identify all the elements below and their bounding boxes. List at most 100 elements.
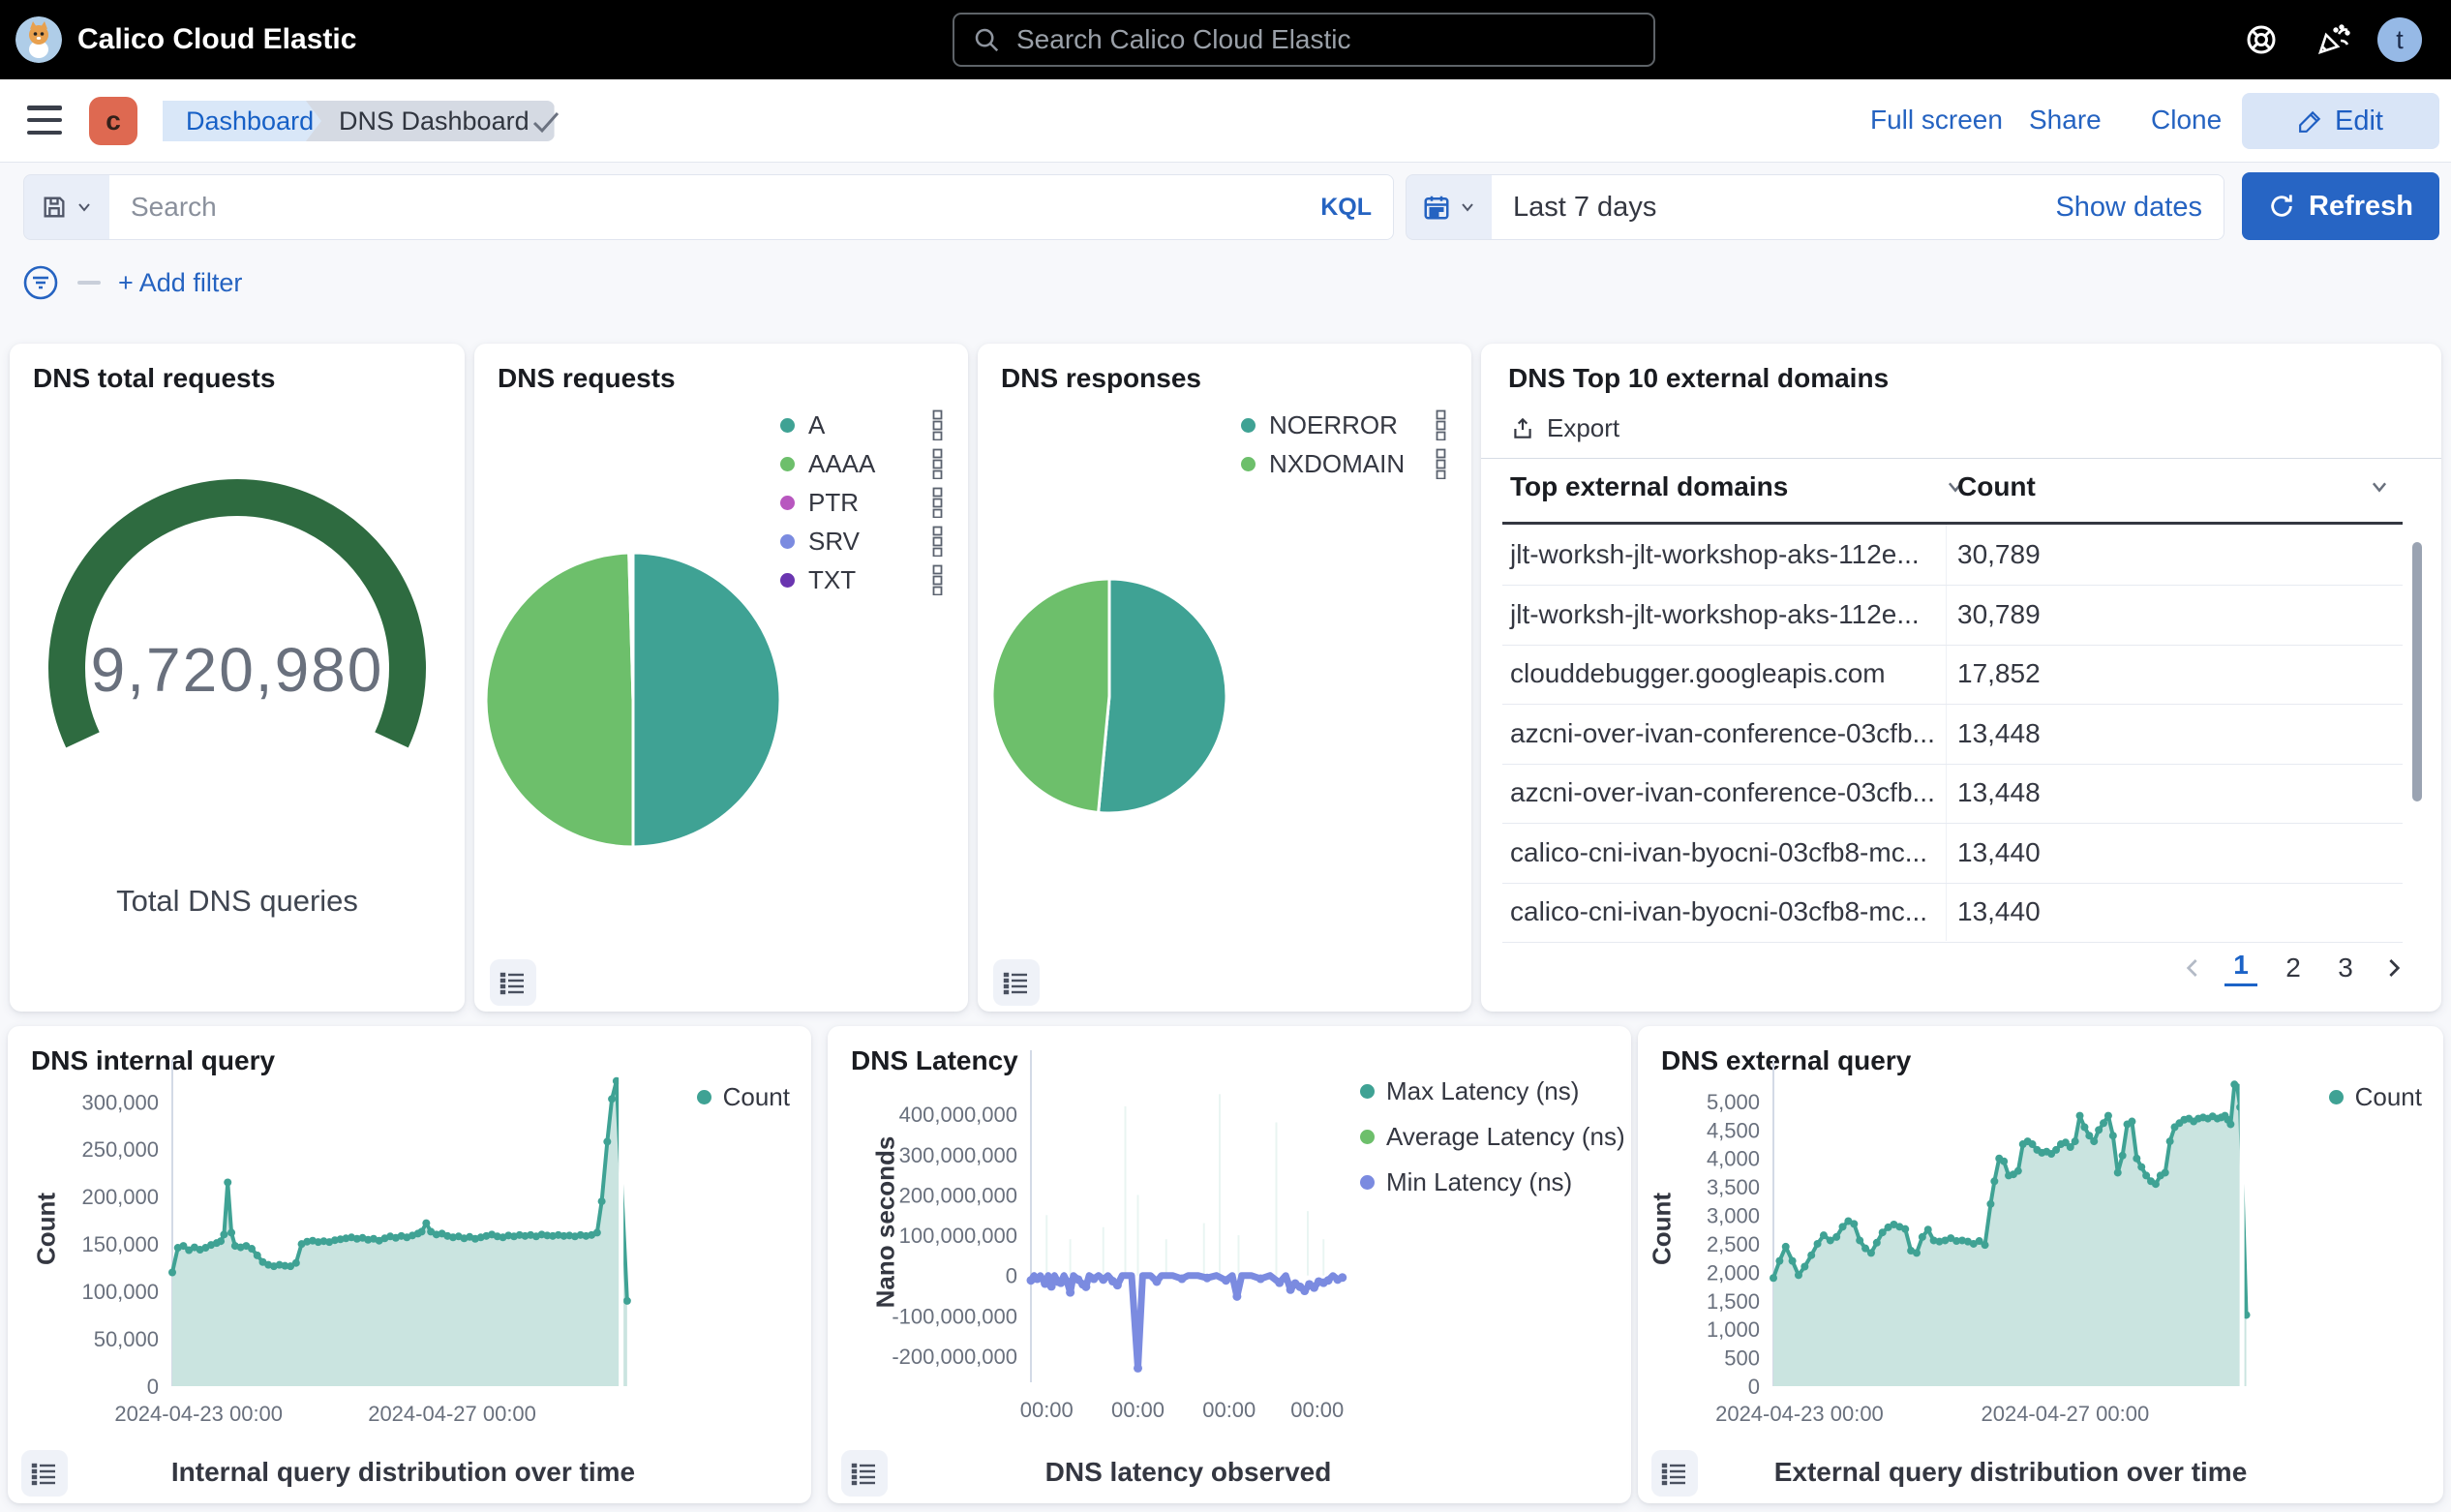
legend: NOERROR NXDOMAIN	[1241, 406, 1446, 483]
legend-actions-icon[interactable]	[932, 409, 943, 440]
legend-toggle-button[interactable]	[841, 1450, 888, 1497]
global-search-input[interactable]: Search Calico Cloud Elastic	[953, 13, 1655, 67]
space-badge[interactable]: c	[89, 97, 137, 145]
legend-toggle-button[interactable]	[993, 959, 1040, 1006]
export-button[interactable]: Export	[1510, 413, 1619, 443]
calico-logo-icon[interactable]	[15, 16, 62, 63]
table-row[interactable]: azcni-over-ivan-conference-03cfb... 13,4…	[1481, 764, 2403, 823]
page-3[interactable]: 3	[2329, 953, 2362, 983]
legend-item-Count[interactable]: Count	[697, 1082, 790, 1112]
edit-button-label: Edit	[2335, 106, 2383, 137]
pie-slice-NXDOMAIN[interactable]	[992, 579, 1109, 812]
panel-title: DNS Top 10 external domains	[1508, 363, 1889, 394]
column-header-domains[interactable]: Top external domains	[1510, 471, 1966, 502]
legend-item-SRV[interactable]: SRV	[780, 522, 943, 560]
legend-label: A	[808, 410, 932, 440]
legend-item-Min Latency (ns)[interactable]: Min Latency (ns)	[1360, 1167, 1625, 1197]
dns-requests-pie-chart[interactable]	[474, 543, 803, 853]
column-header-count[interactable]: Count	[1957, 471, 2390, 502]
page-2[interactable]: 2	[2277, 953, 2310, 983]
legend-item-AAAA[interactable]: AAAA	[780, 444, 943, 483]
time-range-value[interactable]: Last 7 days	[1513, 192, 2055, 224]
legend-toggle-button[interactable]	[1651, 1450, 1698, 1497]
legend-actions-icon[interactable]	[1436, 448, 1446, 479]
svg-text:150,000: 150,000	[81, 1232, 159, 1256]
add-filter-button[interactable]: + Add filter	[118, 268, 242, 298]
svg-text:300,000,000: 300,000,000	[899, 1143, 1017, 1167]
edit-button[interactable]: Edit	[2242, 93, 2439, 149]
page-1[interactable]: 1	[2224, 950, 2257, 986]
legend-toggle-button[interactable]	[490, 959, 536, 1006]
legend-actions-icon[interactable]	[932, 564, 943, 595]
table-row[interactable]: jlt-worksh-jlt-workshop-aks-112e... 30,7…	[1481, 526, 2403, 585]
svg-text:2024-04-27 00:00: 2024-04-27 00:00	[368, 1402, 536, 1426]
svg-text:4,500: 4,500	[1707, 1118, 1760, 1142]
dns-internal-query-chart[interactable]: 300,000250,000200,000150,000100,00050,00…	[8, 1026, 811, 1503]
svg-text:00:00: 00:00	[1290, 1398, 1344, 1422]
row-divider	[1502, 942, 2403, 943]
legend-item-NOERROR[interactable]: NOERROR	[1241, 406, 1446, 444]
table-row[interactable]: calico-cni-ivan-byocni-03cfb8-mc... 13,4…	[1481, 824, 2403, 883]
saved-query-menu-button[interactable]	[24, 175, 109, 239]
date-quick-menu-button[interactable]	[1407, 175, 1492, 239]
full-screen-link[interactable]: Full screen	[1870, 105, 2003, 136]
cell-domain: clouddebugger.googleapis.com	[1510, 658, 1886, 689]
legend-actions-icon[interactable]	[932, 526, 943, 557]
next-page-chevron-icon[interactable]	[2381, 956, 2405, 980]
prev-page-chevron-icon[interactable]	[2182, 956, 2205, 980]
pie-slice-TXT[interactable]	[632, 553, 633, 700]
chart-legend: Count	[697, 1082, 790, 1112]
show-dates-link[interactable]: Show dates	[2055, 192, 2202, 224]
legend-actions-icon[interactable]	[932, 487, 943, 518]
app-title: Calico Cloud Elastic	[77, 23, 356, 56]
svg-text:4,000: 4,000	[1707, 1147, 1760, 1171]
pie-slice-A[interactable]	[633, 553, 780, 847]
svg-text:100,000: 100,000	[81, 1280, 159, 1304]
legend-item-NXDOMAIN[interactable]: NXDOMAIN	[1241, 444, 1446, 483]
legend-actions-icon[interactable]	[932, 448, 943, 479]
table-scrollbar[interactable]	[2412, 542, 2422, 801]
table-row[interactable]: calico-cni-ivan-byocni-03cfb8-mc... 13,4…	[1481, 883, 2403, 942]
calendar-icon	[1422, 193, 1451, 222]
filter-funnel-icon[interactable]	[21, 263, 60, 302]
legend-actions-icon[interactable]	[1436, 409, 1446, 440]
refresh-button[interactable]: Refresh	[2242, 172, 2439, 240]
pie-slice-NOERROR[interactable]	[1099, 579, 1226, 813]
table-row[interactable]: azcni-over-ivan-conference-03cfb... 13,4…	[1481, 705, 2403, 764]
pie-slice-AAAA[interactable]	[486, 553, 633, 847]
legend-item-PTR[interactable]: PTR	[780, 483, 943, 522]
saved-check-icon[interactable]	[530, 108, 561, 136]
svg-text:00:00: 00:00	[1202, 1398, 1256, 1422]
kql-search-input[interactable]: Search KQL	[109, 175, 1393, 239]
menu-hamburger-icon[interactable]	[27, 106, 62, 135]
clone-link[interactable]: Clone	[2151, 105, 2222, 136]
dns-responses-pie-chart[interactable]	[978, 570, 1258, 822]
svg-text:250,000: 250,000	[81, 1137, 159, 1162]
legend-item-TXT[interactable]: TXT	[780, 560, 943, 599]
svg-text:100,000,000: 100,000,000	[899, 1224, 1017, 1248]
legend-label: PTR	[808, 488, 932, 518]
cell-count: 30,789	[1957, 599, 2041, 630]
pagination: 1 2 3	[2182, 950, 2405, 986]
legend-item-Max Latency (ns)[interactable]: Max Latency (ns)	[1360, 1076, 1625, 1106]
kql-selector[interactable]: KQL	[1320, 194, 1372, 222]
svg-text:2024-04-23 00:00: 2024-04-23 00:00	[1715, 1402, 1884, 1426]
dns-external-query-chart[interactable]: 5,0004,5004,0003,5003,0002,5002,0001,500…	[1638, 1026, 2443, 1503]
legend-label: Min Latency (ns)	[1386, 1167, 1572, 1197]
news-party-popper-icon[interactable]	[2310, 16, 2356, 63]
legend-label: SRV	[808, 527, 932, 557]
table-row[interactable]: clouddebugger.googleapis.com 17,852	[1481, 645, 2403, 704]
legend-item-Average Latency (ns)[interactable]: Average Latency (ns)	[1360, 1122, 1625, 1152]
share-link[interactable]: Share	[2029, 105, 2102, 136]
legend-dot	[1241, 457, 1256, 471]
cell-domain: jlt-worksh-jlt-workshop-aks-112e...	[1510, 599, 1920, 630]
cell-domain: calico-cni-ivan-byocni-03cfb8-mc...	[1510, 837, 1927, 868]
search-placeholder: Search	[131, 192, 1320, 223]
table-row[interactable]: jlt-worksh-jlt-workshop-aks-112e... 30,7…	[1481, 586, 2403, 645]
help-lifebuoy-icon[interactable]	[2238, 16, 2285, 63]
legend-toggle-button[interactable]	[21, 1450, 68, 1497]
svg-text:-200,000,000: -200,000,000	[892, 1345, 1017, 1369]
legend-item-Count[interactable]: Count	[2329, 1082, 2422, 1112]
user-avatar[interactable]: t	[2377, 17, 2422, 62]
legend-item-A[interactable]: A	[780, 406, 943, 444]
